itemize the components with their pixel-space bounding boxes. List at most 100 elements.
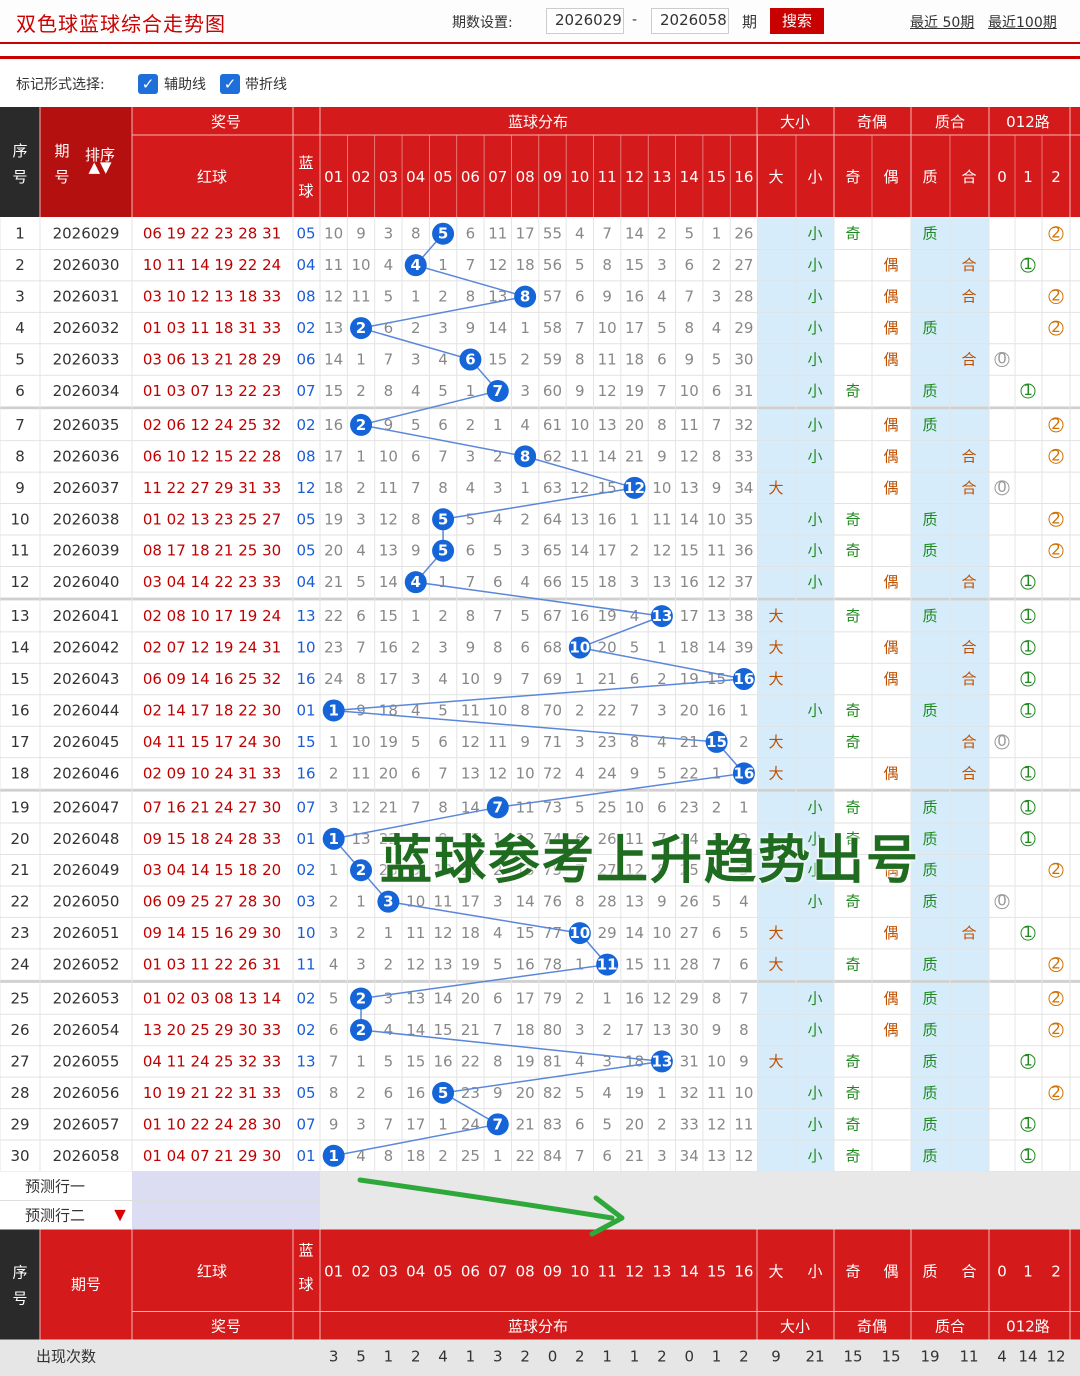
parity-odd-mark: 奇 [845, 1084, 860, 1102]
composite-mark: 合 [961, 733, 976, 751]
parity-odd-mark: 奇 [845, 607, 860, 625]
miss-value: 7 [575, 1147, 585, 1165]
size-small-mark: 小 [807, 225, 822, 243]
size-small-mark: 小 [807, 351, 822, 369]
miss-value: 27 [734, 256, 753, 274]
miss-value: 6 [466, 542, 476, 560]
miss-value: 10 [351, 256, 370, 274]
route-mark: 1 [1023, 1114, 1033, 1132]
miss-value: 28 [598, 893, 617, 911]
miss-value: 10 [324, 225, 343, 243]
prime-mark: 质 [922, 1084, 937, 1102]
miss-value: 16 [324, 416, 343, 434]
miss-value: 13 [707, 1147, 726, 1165]
miss-value: 4 [575, 1052, 585, 1070]
miss-value: 3 [329, 798, 339, 816]
footer-period-label: 期号 [71, 1276, 101, 1294]
miss-value: 3 [520, 542, 530, 560]
header-r0-label: 0 [997, 168, 1007, 186]
row-red-balls: 02 06 12 24 25 32 [143, 416, 281, 434]
miss-value: 22 [516, 1147, 535, 1165]
miss-value: 14 [488, 319, 507, 337]
miss-value: 9 [411, 542, 421, 560]
miss-value: 16 [406, 1084, 425, 1102]
prime-mark: 质 [922, 1021, 937, 1039]
row-blue-ball: 16 [296, 670, 315, 688]
miss-value: 8 [575, 893, 585, 911]
miss-value: 6 [575, 1115, 585, 1133]
miss-value: 23 [324, 639, 343, 657]
miss-value: 26 [680, 893, 699, 911]
miss-value: 10 [570, 416, 589, 434]
row-period: 2026054 [53, 1021, 120, 1039]
miss-value: 20 [324, 542, 343, 560]
row-red-balls: 10 11 14 19 22 24 [143, 256, 281, 274]
size-small-mark: 小 [807, 510, 822, 528]
miss-value: 2 [602, 1021, 612, 1039]
parity-even-mark: 偶 [883, 479, 898, 497]
miss-value: 26 [734, 225, 753, 243]
miss-value: 11 [680, 416, 699, 434]
miss-value: 8 [712, 990, 722, 1008]
miss-value: 7 [684, 288, 694, 306]
row-blue-ball: 02 [296, 990, 315, 1008]
miss-value: 18 [598, 573, 617, 591]
miss-value: 3 [657, 701, 667, 719]
blue-ball-number: 15 [706, 733, 727, 751]
miss-value: 21 [680, 733, 699, 751]
parity-even-mark: 偶 [883, 1021, 898, 1039]
count-value: 15 [881, 1348, 900, 1366]
count-value: 1 [630, 1348, 640, 1366]
miss-value: 19 [324, 510, 343, 528]
size-small-mark: 小 [807, 893, 822, 911]
miss-value: 11 [379, 479, 398, 497]
miss-value: 19 [379, 733, 398, 751]
footer-num-15: 15 [707, 1263, 726, 1281]
header-num-14: 14 [680, 168, 699, 186]
parity-odd-mark: 奇 [845, 798, 860, 816]
route-mark: 0 [997, 350, 1007, 368]
miss-value: 15 [434, 1021, 453, 1039]
miss-value: 20 [516, 1084, 535, 1102]
miss-value: 5 [712, 893, 722, 911]
route-mark: 1 [1023, 669, 1033, 687]
row-period: 2026051 [53, 924, 120, 942]
blue-ball-number: 2 [356, 416, 366, 434]
miss-value: 29 [680, 990, 699, 1008]
row-seq: 10 [10, 510, 29, 528]
parity-odd-mark: 奇 [845, 701, 860, 719]
miss-value: 4 [384, 1021, 394, 1039]
miss-value: 64 [543, 510, 562, 528]
miss-value: 9 [712, 1021, 722, 1039]
miss-value: 12 [351, 798, 370, 816]
row-seq: 29 [10, 1115, 29, 1133]
miss-value: 1 [575, 956, 585, 974]
prime-mark: 质 [922, 956, 937, 974]
miss-value: 3 [329, 924, 339, 942]
count-value: 2 [575, 1348, 585, 1366]
miss-value: 18 [516, 1021, 535, 1039]
miss-value: 10 [516, 764, 535, 782]
route-mark: 1 [1023, 923, 1033, 941]
header-size-label: 大小 [780, 113, 810, 131]
blue-ball-number: 12 [624, 479, 645, 497]
row-blue-ball: 10 [296, 639, 315, 657]
footer-num-12: 12 [625, 1263, 644, 1281]
footer-num-04: 04 [406, 1263, 425, 1281]
composite-mark: 合 [961, 639, 976, 657]
header-big-label: 大 [768, 168, 783, 186]
miss-value: 3 [438, 319, 448, 337]
count-value: 0 [684, 1348, 694, 1366]
row-seq: 1 [15, 225, 25, 243]
blue-ball-number: 4 [411, 256, 421, 274]
route-mark: 1 [1023, 572, 1033, 590]
count-value: 2 [520, 1348, 530, 1366]
miss-value: 9 [356, 225, 366, 243]
row-red-balls: 02 07 12 19 24 31 [143, 639, 281, 657]
parity-even-mark: 偶 [883, 990, 898, 1008]
miss-value: 66 [543, 573, 562, 591]
miss-value: 4 [575, 225, 585, 243]
miss-value: 8 [356, 670, 366, 688]
row-seq: 19 [10, 798, 29, 816]
row-red-balls: 07 16 21 24 27 30 [143, 798, 281, 816]
